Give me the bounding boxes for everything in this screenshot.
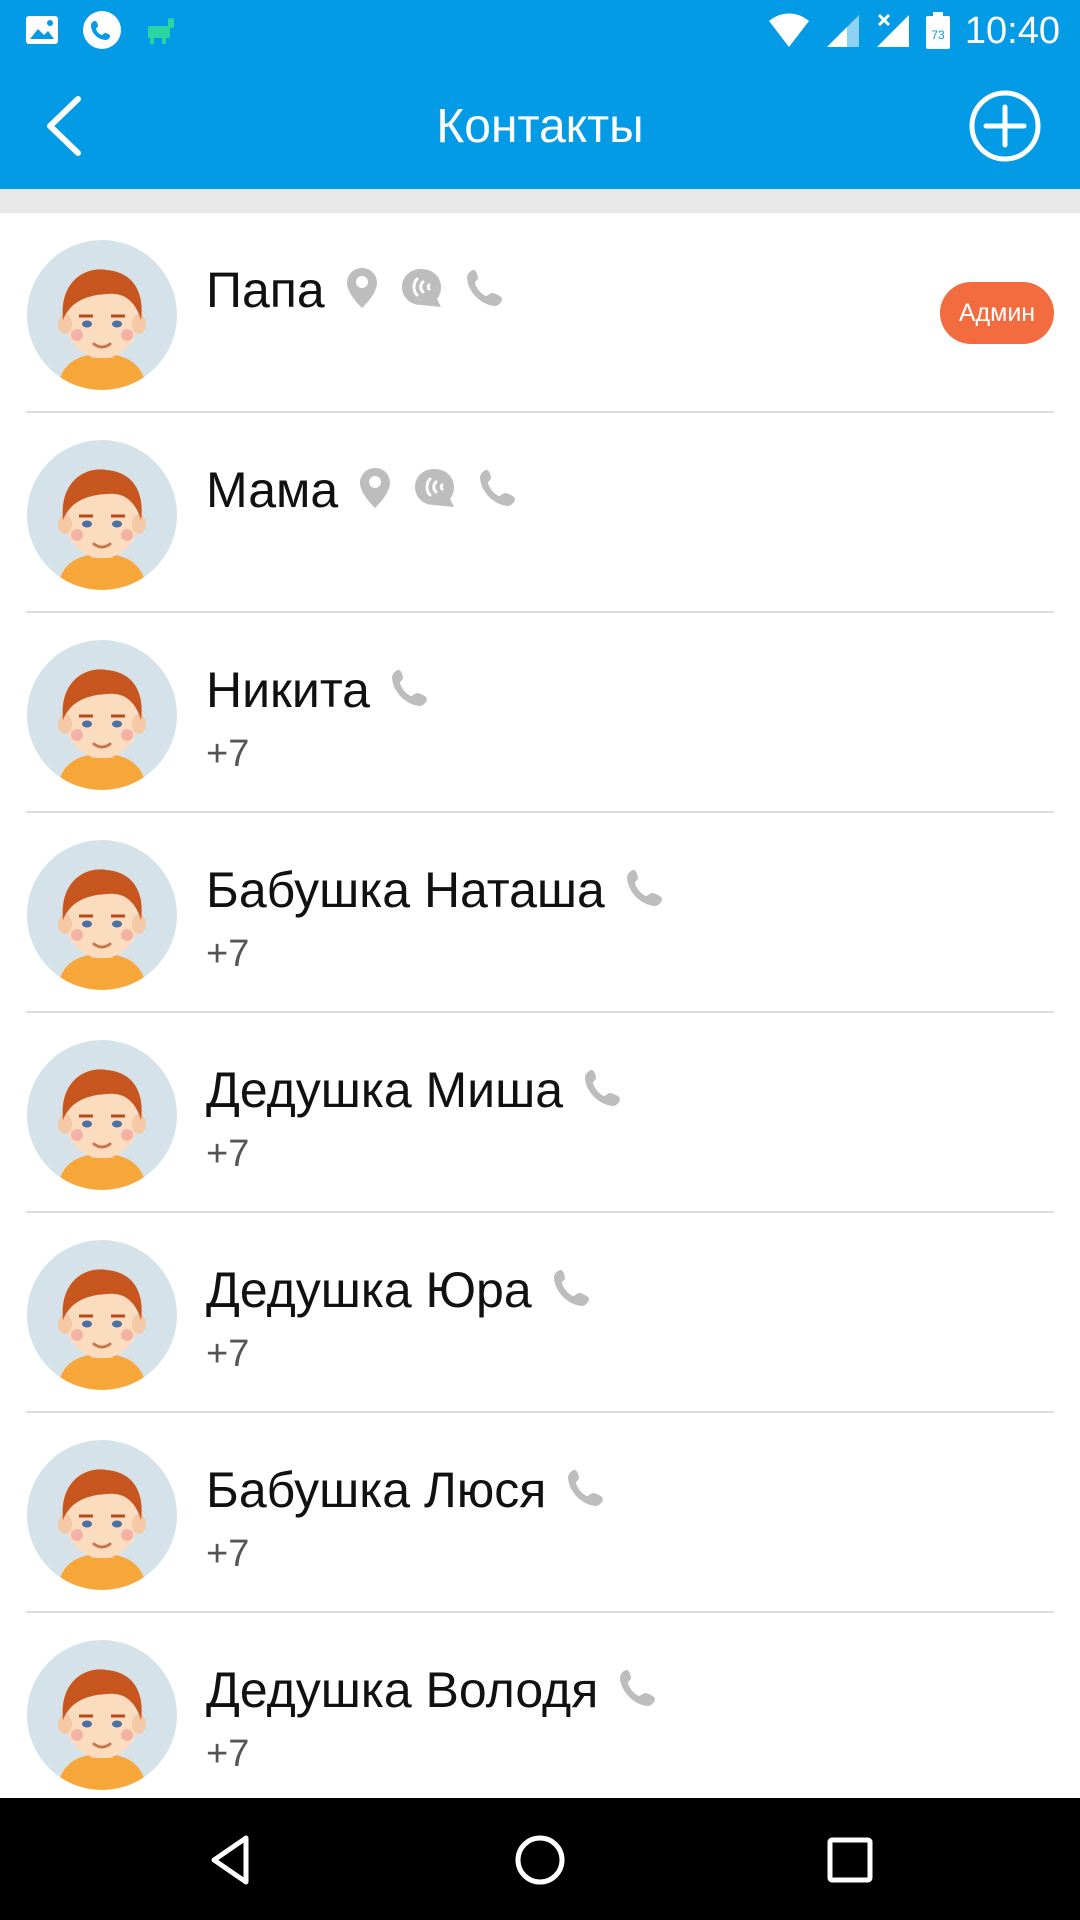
phone-icon xyxy=(625,867,665,914)
contact-name-line: Дедушка Юра xyxy=(206,1255,592,1325)
status-time: 10:40 xyxy=(964,10,1060,52)
contact-name-line: Папа xyxy=(206,255,505,325)
contact-name: Дедушка Юра xyxy=(206,1262,532,1318)
avatar xyxy=(27,1240,177,1390)
contact-row[interactable]: Бабушка Наташа +7 xyxy=(0,813,1080,1013)
chat-icon xyxy=(412,467,458,514)
phone-icon xyxy=(390,667,430,714)
contact-name-line: Никита xyxy=(206,655,430,725)
location-icon xyxy=(358,466,392,515)
android-icon xyxy=(148,18,174,44)
navigation-bar xyxy=(0,1798,1080,1920)
avatar xyxy=(27,1640,177,1790)
contact-row[interactable]: Дедушка Володя +7 xyxy=(0,1613,1080,1813)
contact-row[interactable]: Папа Админ xyxy=(0,213,1080,413)
contact-name-line: Бабушка Наташа xyxy=(206,855,665,925)
header-separator xyxy=(0,189,1080,213)
status-bar: 73 10:40 xyxy=(0,0,1080,63)
contact-name: Бабушка Люся xyxy=(206,1462,547,1518)
location-icon xyxy=(345,266,379,315)
battery-icon: 73 xyxy=(925,12,950,49)
contact-phone: +7 xyxy=(206,1733,250,1775)
chat-icon xyxy=(399,267,445,314)
contact-row[interactable]: Дедушка Миша +7 xyxy=(0,1013,1080,1213)
app-toolbar: Контакты xyxy=(0,63,1080,189)
recents-square-icon[interactable] xyxy=(818,1828,882,1892)
phone-call-icon xyxy=(83,11,121,49)
contact-phone: +7 xyxy=(206,1533,250,1575)
avatar xyxy=(27,1440,177,1590)
contact-name: Бабушка Наташа xyxy=(206,862,605,918)
phone-icon xyxy=(465,267,505,314)
contact-name-line: Бабушка Люся xyxy=(206,1455,606,1525)
page-title: Контакты xyxy=(436,100,644,153)
phone-icon xyxy=(566,1467,606,1514)
contacts-list: Папа Админ Мама Никита +7 Бабушка Наташа… xyxy=(0,213,1080,1813)
contact-name-line: Мама xyxy=(206,455,518,525)
avatar xyxy=(27,440,177,590)
home-circle-icon[interactable] xyxy=(508,1828,572,1892)
contact-name-line: Дедушка Володя xyxy=(206,1655,658,1725)
contact-row[interactable]: Дедушка Юра +7 xyxy=(0,1213,1080,1413)
signal-icon xyxy=(826,15,859,47)
add-contact-button[interactable] xyxy=(968,89,1042,163)
phone-icon xyxy=(552,1267,592,1314)
contact-name: Дедушка Володя xyxy=(206,1662,599,1718)
contact-row[interactable]: Никита +7 xyxy=(0,613,1080,813)
phone-icon xyxy=(618,1667,658,1714)
contact-phone: +7 xyxy=(206,1133,250,1175)
avatar xyxy=(27,640,177,790)
contact-phone: +7 xyxy=(206,933,250,975)
contact-row[interactable]: Бабушка Люся +7 xyxy=(0,1413,1080,1613)
contact-name: Мама xyxy=(206,462,339,518)
contact-phone: +7 xyxy=(206,733,250,775)
phone-icon xyxy=(478,467,518,514)
contact-row[interactable]: Мама xyxy=(0,413,1080,613)
avatar xyxy=(27,240,177,390)
contact-name: Никита xyxy=(206,662,370,718)
admin-badge: Админ xyxy=(940,282,1054,344)
signal-x-icon xyxy=(876,13,909,47)
avatar xyxy=(27,1040,177,1190)
contact-name: Дедушка Миша xyxy=(206,1062,564,1118)
status-right-icons: 73 10:40 xyxy=(767,8,1060,54)
contact-phone: +7 xyxy=(206,1333,250,1375)
contact-name-line: Дедушка Миша xyxy=(206,1055,623,1125)
status-left-icons xyxy=(24,10,178,50)
back-triangle-icon[interactable] xyxy=(200,1828,264,1892)
contact-name: Папа xyxy=(206,262,325,318)
wifi-icon xyxy=(768,13,809,47)
avatar xyxy=(27,840,177,990)
image-icon xyxy=(26,16,58,44)
phone-icon xyxy=(583,1067,623,1114)
battery-level: 73 xyxy=(931,28,945,42)
